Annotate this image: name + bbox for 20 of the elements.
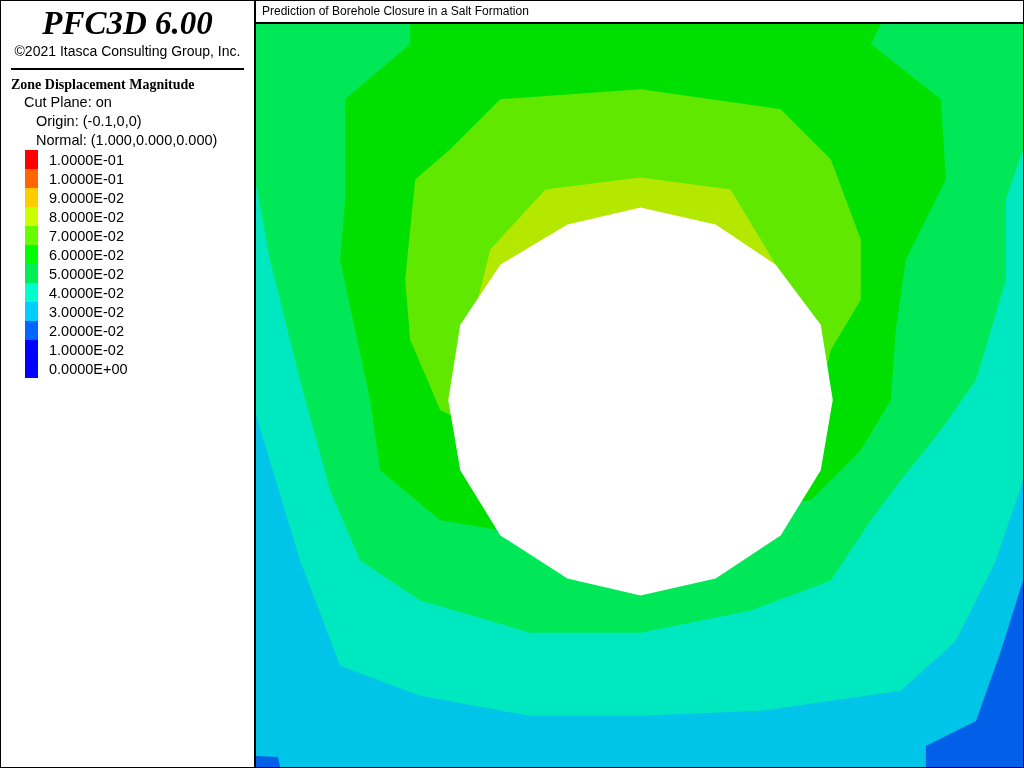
contour-band xyxy=(256,755,281,767)
copyright-text: ©2021 Itasca Consulting Group, Inc. xyxy=(14,43,241,59)
legend-label: 9.0000E-02 xyxy=(49,189,124,206)
legend-label: 6.0000E-02 xyxy=(49,246,124,263)
cut-plane-text: Cut Plane: on xyxy=(24,93,112,112)
product-title: PFC3D 6.00 xyxy=(42,5,213,41)
legend-label: 1.0000E-02 xyxy=(49,341,124,358)
normal-text: Normal: (1.000,0.000,0.000) xyxy=(36,131,218,150)
legend-label: 4.0000E-02 xyxy=(49,284,124,301)
legend-label: 8.0000E-02 xyxy=(49,208,124,225)
legend-label: 7.0000E-02 xyxy=(49,227,124,244)
legend-label: 5.0000E-02 xyxy=(49,265,124,282)
legend-title: Zone Displacement Magnitude xyxy=(11,77,195,93)
legend-label: 1.0000E-01 xyxy=(49,151,124,168)
legend-label: 2.0000E-02 xyxy=(49,322,124,339)
legend-label: 0.0000E+00 xyxy=(49,360,128,377)
origin-text: Origin: (-0.1,0,0) xyxy=(36,112,142,131)
legend-label: 1.0000E-01 xyxy=(49,170,124,187)
legend-label: 3.0000E-02 xyxy=(49,303,124,320)
plot-title: Prediction of Borehole Closure in a Salt Formation xyxy=(262,4,529,18)
